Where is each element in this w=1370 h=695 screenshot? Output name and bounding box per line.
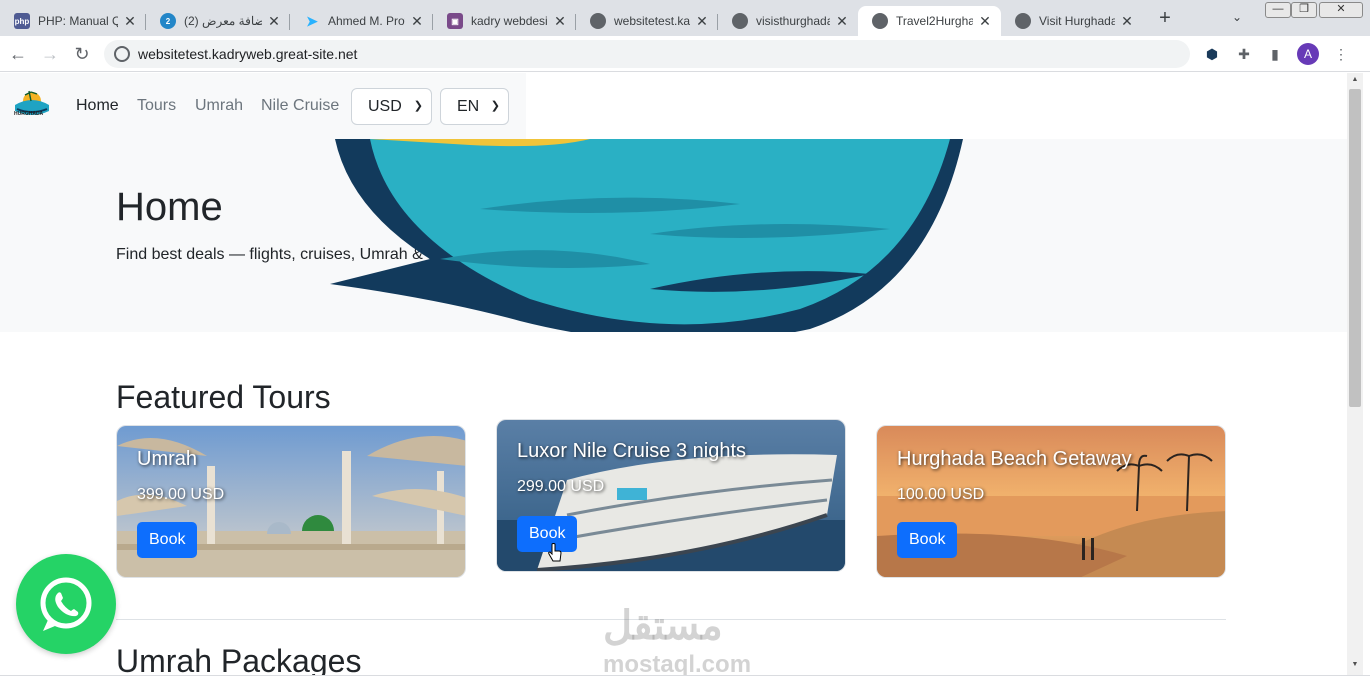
extensions-puzzle-icon[interactable]: ✚ bbox=[1235, 45, 1253, 63]
currency-select[interactable]: USD ❯ bbox=[351, 88, 432, 125]
scroll-up-icon[interactable]: ▲ bbox=[1350, 76, 1360, 83]
watermark-latin: mostaql.com bbox=[603, 651, 752, 675]
reload-icon[interactable]: ↻ bbox=[72, 44, 92, 64]
tab-search-icon[interactable]: ⌄ bbox=[1232, 10, 1242, 24]
tab-title: Travel2Hurghad bbox=[896, 14, 973, 28]
tab-title: kadry webdesig bbox=[471, 14, 548, 28]
address-bar[interactable]: websitetest.kadryweb.great-site.net bbox=[104, 40, 1190, 68]
restore-button[interactable]: ❐ bbox=[1291, 2, 1317, 18]
tab-title: PHP: Manual Qu bbox=[38, 14, 118, 28]
whatsapp-button[interactable] bbox=[16, 554, 116, 654]
globe-icon bbox=[732, 13, 748, 29]
tour-price: 100.00 USD bbox=[897, 486, 985, 503]
browser-tab-strip: php PHP: Manual Qu ✕ 2 (2) إضافة معرض ✕ … bbox=[0, 0, 1370, 36]
browser-tab[interactable]: php PHP: Manual Qu ✕ bbox=[0, 6, 146, 36]
close-icon[interactable]: ✕ bbox=[552, 13, 568, 30]
close-icon[interactable]: ✕ bbox=[1119, 13, 1135, 30]
page-scrollbar[interactable]: ▲ ▼ bbox=[1347, 73, 1363, 675]
chevron-down-icon: ❯ bbox=[490, 100, 500, 112]
browser-tab[interactable]: 2 (2) إضافة معرض ✕ bbox=[146, 6, 290, 36]
side-panel-icon[interactable]: ▮ bbox=[1266, 45, 1284, 63]
globe-icon bbox=[590, 13, 606, 29]
close-icon[interactable]: ✕ bbox=[694, 13, 710, 30]
php-icon: php bbox=[14, 13, 30, 29]
back-icon[interactable]: ← bbox=[8, 44, 28, 64]
tour-price: 299.00 USD bbox=[517, 478, 605, 495]
bottom-status-bar bbox=[0, 675, 1370, 695]
tab-title: websitetest.kad bbox=[614, 14, 690, 28]
tab-title: visisthurghadab bbox=[756, 14, 830, 28]
tab-title: Ahmed M. Profil bbox=[328, 14, 405, 28]
browser-tab[interactable]: ▣ kadry webdesig ✕ bbox=[433, 6, 576, 36]
chevron-down-icon: ❯ bbox=[413, 100, 423, 112]
tour-name: Umrah bbox=[137, 448, 198, 470]
nav-umrah[interactable]: Umrah bbox=[195, 97, 243, 115]
tour-card-hurghada-beach[interactable]: Hurghada Beach Getaway 100.00 USD Book bbox=[876, 425, 1226, 578]
globe-icon bbox=[1015, 13, 1031, 29]
close-icon[interactable]: ✕ bbox=[977, 13, 993, 30]
featured-tours-title: Featured Tours bbox=[116, 379, 331, 415]
hand-cursor-icon bbox=[548, 543, 562, 562]
language-value: EN bbox=[457, 98, 480, 115]
browser-tab[interactable]: ➤ Ahmed M. Profil ✕ bbox=[290, 6, 433, 36]
browser-tab[interactable]: websitetest.kad ✕ bbox=[576, 6, 718, 36]
scroll-down-icon[interactable]: ▼ bbox=[1350, 661, 1360, 668]
nav-tours[interactable]: Tours bbox=[137, 97, 176, 115]
forward-icon[interactable]: → bbox=[40, 44, 60, 64]
tab-title: (2) إضافة معرض bbox=[184, 14, 262, 28]
freelancer-icon: ➤ bbox=[306, 12, 318, 29]
close-icon[interactable]: ✕ bbox=[266, 13, 282, 30]
language-select[interactable]: EN ❯ bbox=[440, 88, 509, 125]
menu-kebab-icon[interactable]: ⋮ bbox=[1332, 45, 1350, 63]
close-icon[interactable]: ✕ bbox=[834, 13, 850, 30]
site-navbar: HURGHADA Home Tours Umrah Nile Cruise US… bbox=[0, 73, 526, 139]
tour-price: 399.00 USD bbox=[137, 486, 225, 503]
close-icon[interactable]: ✕ bbox=[122, 13, 138, 30]
tour-card-umrah[interactable]: Umrah 399.00 USD Book bbox=[116, 425, 466, 578]
site-info-icon[interactable] bbox=[114, 46, 130, 62]
video-icon: ▣ bbox=[447, 13, 463, 29]
minimize-button[interactable]: — bbox=[1265, 2, 1291, 18]
window-close-button[interactable]: ✕ bbox=[1319, 2, 1363, 18]
close-icon[interactable]: ✕ bbox=[409, 13, 425, 30]
nav-home[interactable]: Home bbox=[76, 97, 119, 115]
hero-section: Home Find best deals — flights, cruises,… bbox=[0, 139, 1347, 332]
book-button[interactable]: Book bbox=[137, 522, 198, 558]
profile-avatar[interactable]: A bbox=[1297, 43, 1319, 65]
currency-value: USD bbox=[368, 98, 402, 115]
browser-tab-active[interactable]: Travel2Hurghad ✕ bbox=[858, 6, 1001, 36]
book-button[interactable]: Book bbox=[897, 522, 958, 558]
url-text: websitetest.kadryweb.great-site.net bbox=[138, 46, 358, 62]
whatsapp-icon bbox=[40, 577, 92, 631]
umrah-packages-title: Umrah Packages bbox=[116, 643, 362, 675]
scrollbar-thumb[interactable] bbox=[1349, 89, 1361, 407]
globe-icon bbox=[872, 13, 888, 29]
browser-toolbar: ← → ↻ websitetest.kadryweb.great-site.ne… bbox=[0, 36, 1370, 72]
logo-wordmark: HURGHADA bbox=[14, 111, 44, 117]
tour-name: Luxor Nile Cruise 3 nights bbox=[517, 440, 746, 462]
tour-name: Hurghada Beach Getaway bbox=[897, 448, 1132, 470]
watermark-arabic: مستقل bbox=[603, 604, 723, 648]
hero-title: Home bbox=[116, 185, 223, 229]
window-edge bbox=[1363, 73, 1370, 695]
browser-tab[interactable]: Visit Hurghada ✕ bbox=[1001, 6, 1143, 36]
nav-nile-cruise[interactable]: Nile Cruise bbox=[261, 97, 339, 115]
page-viewport: HURGHADA Home Tours Umrah Nile Cruise US… bbox=[0, 73, 1347, 675]
mostaql-icon: 2 bbox=[160, 13, 176, 29]
new-tab-button[interactable]: + bbox=[1154, 8, 1176, 30]
hero-sea-illustration bbox=[330, 139, 963, 332]
tab-title: Visit Hurghada bbox=[1039, 14, 1115, 28]
browser-tab[interactable]: visisthurghadab ✕ bbox=[718, 6, 858, 36]
hurghada-tours-logo[interactable] bbox=[13, 87, 51, 125]
extension-hex-icon[interactable]: ⬢ bbox=[1203, 45, 1221, 63]
